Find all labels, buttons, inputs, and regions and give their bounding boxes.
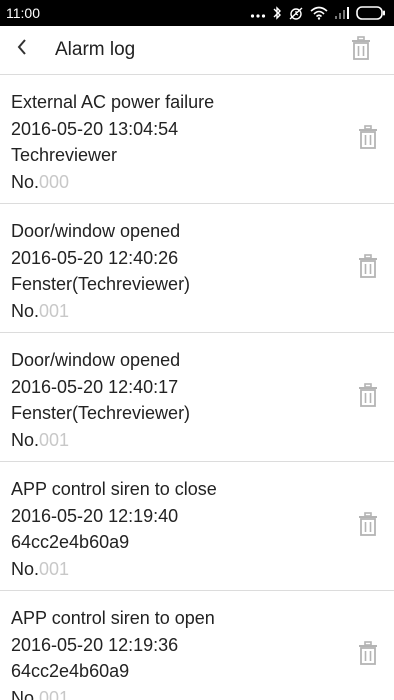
alarm-event: Door/window opened <box>11 350 181 370</box>
alarm-number-label: No. <box>11 687 40 700</box>
alarm-number: No.001 <box>11 298 190 325</box>
alarm-details: External AC power failure 2016-05-20 13:… <box>11 89 214 195</box>
alarm-item[interactable]: APP control siren to close 2016-05-20 12… <box>0 462 394 591</box>
alarm-source: 64cc2e4b60a9 <box>11 661 130 681</box>
alarm-number: No.001 <box>11 685 215 700</box>
alarm-number-value: 001 <box>39 300 70 321</box>
alarm-datetime: 2016-05-20 13:04:54 <box>11 118 179 139</box>
alarm-number-label: No. <box>11 429 40 450</box>
alarm-number-label: No. <box>11 558 40 579</box>
chevron-left-icon <box>16 38 28 61</box>
status-icons <box>250 3 386 23</box>
alarm-number: No.001 <box>11 556 217 583</box>
alarm-off-icon <box>288 5 304 21</box>
app-bar: Alarm log <box>0 26 394 75</box>
battery-icon <box>356 6 386 20</box>
alarm-event: APP control siren to open <box>11 608 215 628</box>
alarm-item[interactable]: Door/window opened 2016-05-20 12:40:26 F… <box>0 204 394 333</box>
alarm-source: Fenster(Techreviewer) <box>11 403 191 423</box>
alarm-details: APP control siren to open 2016-05-20 12:… <box>11 605 215 700</box>
alarm-number-value: 001 <box>39 558 70 579</box>
alarm-number-value: 001 <box>39 429 70 450</box>
alarm-event: Door/window opened <box>11 221 181 241</box>
alarm-number-label: No. <box>11 300 40 321</box>
trash-icon <box>351 35 371 65</box>
alarm-list: External AC power failure 2016-05-20 13:… <box>0 75 394 700</box>
alarm-number-value: 001 <box>39 687 70 700</box>
trash-icon <box>358 124 378 154</box>
wifi-icon <box>310 6 328 20</box>
delete-alarm-button[interactable] <box>356 382 380 412</box>
page-title: Alarm log <box>55 39 136 60</box>
delete-alarm-button[interactable] <box>356 124 380 154</box>
alarm-number: No.000 <box>11 169 214 196</box>
signal-icon <box>334 6 350 20</box>
alarm-datetime: 2016-05-20 12:19:36 <box>11 634 179 655</box>
alarm-details: Door/window opened 2016-05-20 12:40:26 F… <box>11 218 190 324</box>
status-time: 11:00 <box>6 5 40 21</box>
alarm-item[interactable]: Door/window opened 2016-05-20 12:40:17 F… <box>0 333 394 462</box>
alarm-source: 64cc2e4b60a9 <box>11 532 130 552</box>
trash-icon <box>358 511 378 541</box>
alarm-number-label: No. <box>11 171 40 192</box>
delete-alarm-button[interactable] <box>356 253 380 283</box>
alarm-number: No.001 <box>11 427 190 454</box>
trash-icon <box>358 382 378 412</box>
bluetooth-icon <box>272 5 282 21</box>
clear-all-button[interactable] <box>348 35 374 65</box>
alarm-datetime: 2016-05-20 12:40:26 <box>11 247 179 268</box>
trash-icon <box>358 640 378 670</box>
alarm-source: Techreviewer <box>11 145 118 165</box>
back-button[interactable] <box>8 34 36 64</box>
trash-icon <box>358 253 378 283</box>
alarm-datetime: 2016-05-20 12:40:17 <box>11 376 179 397</box>
more-dots-icon <box>250 6 266 20</box>
delete-alarm-button[interactable] <box>356 511 380 541</box>
alarm-datetime: 2016-05-20 12:19:40 <box>11 505 179 526</box>
alarm-event: External AC power failure <box>11 92 215 112</box>
delete-alarm-button[interactable] <box>356 640 380 670</box>
alarm-number-value: 000 <box>39 171 70 192</box>
status-bar: 11:00 <box>0 0 394 26</box>
alarm-details: APP control siren to close 2016-05-20 12… <box>11 476 217 582</box>
alarm-item[interactable]: APP control siren to open 2016-05-20 12:… <box>0 591 394 700</box>
alarm-item[interactable]: External AC power failure 2016-05-20 13:… <box>0 75 394 204</box>
alarm-details: Door/window opened 2016-05-20 12:40:17 F… <box>11 347 190 453</box>
alarm-event: APP control siren to close <box>11 479 217 499</box>
alarm-source: Fenster(Techreviewer) <box>11 274 191 294</box>
